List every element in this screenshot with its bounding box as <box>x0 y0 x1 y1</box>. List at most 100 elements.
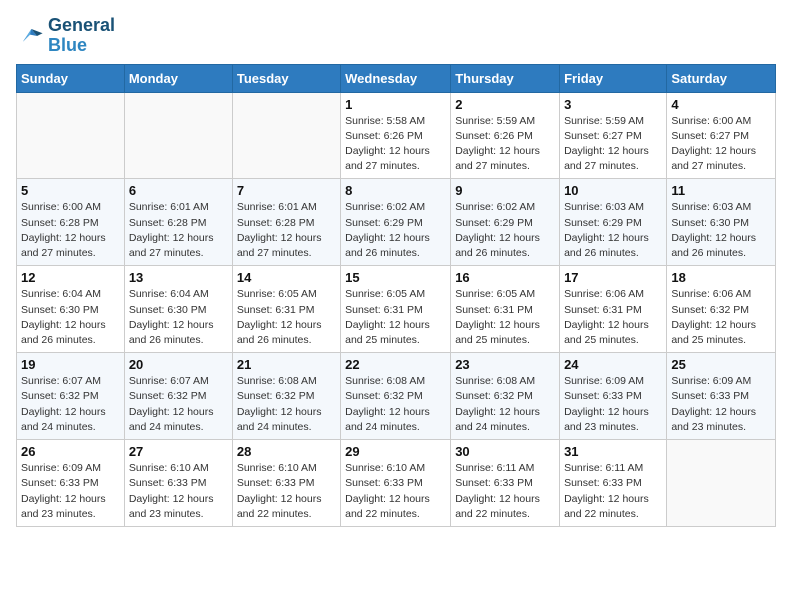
calendar-cell: 18 Sunrise: 6:06 AM Sunset: 6:32 PM Dayli… <box>667 266 776 353</box>
calendar-cell: 2Sunrise: 5:59 AM Sunset: 6:26 PM Daylig… <box>451 92 560 179</box>
day-number: 14 <box>237 270 336 285</box>
day-number: 23 <box>455 357 555 372</box>
day-info: Sunrise: 6:05 AM Sunset: 6:31 PM Dayligh… <box>455 287 555 348</box>
day-number: 22 <box>345 357 446 372</box>
day-info: Sunrise: 6:00 AM Sunset: 6:27 PM Dayligh… <box>671 114 771 175</box>
calendar-cell <box>667 440 776 527</box>
calendar-cell: 1 Sunrise: 5:58 AM Sunset: 6:26 PM Daylig… <box>341 92 451 179</box>
calendar-cell: 25 Sunrise: 6:09 AM Sunset: 6:33 PM Dayli… <box>667 353 776 440</box>
day-info: Sunrise: 6:07 AM Sunset: 6:32 PM Dayligh… <box>21 374 120 435</box>
day-number: 18 <box>671 270 771 285</box>
calendar-cell: 21 Sunrise: 6:08 AM Sunset: 6:32 PM Dayli… <box>232 353 340 440</box>
calendar-cell: 31 Sunrise: 6:11 AM Sunset: 6:33 PM Dayli… <box>560 440 667 527</box>
calendar-cell: 14 Sunrise: 6:05 AM Sunset: 6:31 PM Dayli… <box>232 266 340 353</box>
calendar-cell: 23 Sunrise: 6:08 AM Sunset: 6:32 PM Dayli… <box>451 353 560 440</box>
day-number: 26 <box>21 444 120 459</box>
day-info: Sunrise: 6:05 AM Sunset: 6:31 PM Dayligh… <box>237 287 336 348</box>
calendar-cell: 27 Sunrise: 6:10 AM Sunset: 6:33 PM Dayli… <box>124 440 232 527</box>
day-number: 6 <box>129 183 228 198</box>
weekday-header-saturday: Saturday <box>667 64 776 92</box>
day-info: Sunrise: 6:03 AM Sunset: 6:29 PM Dayligh… <box>564 200 662 261</box>
day-number: 1 <box>345 97 446 112</box>
day-number: 16 <box>455 270 555 285</box>
weekday-header-sunday: Sunday <box>17 64 125 92</box>
day-number: 25 <box>671 357 771 372</box>
day-info: Sunrise: 6:08 AM Sunset: 6:32 PM Dayligh… <box>455 374 555 435</box>
day-number: 11 <box>671 183 771 198</box>
day-info: Sunrise: 6:01 AM Sunset: 6:28 PM Dayligh… <box>129 200 228 261</box>
day-info: Sunrise: 5:58 AM Sunset: 6:26 PM Dayligh… <box>345 114 446 175</box>
day-info: Sunrise: 6:10 AM Sunset: 6:33 PM Dayligh… <box>345 461 446 522</box>
day-info: Sunrise: 6:09 AM Sunset: 6:33 PM Dayligh… <box>671 374 771 435</box>
weekday-header-friday: Friday <box>560 64 667 92</box>
day-info: Sunrise: 6:00 AM Sunset: 6:28 PM Dayligh… <box>21 200 120 261</box>
day-info: Sunrise: 6:04 AM Sunset: 6:30 PM Dayligh… <box>21 287 120 348</box>
calendar-cell: 5 Sunrise: 6:00 AM Sunset: 6:28 PM Daylig… <box>17 179 125 266</box>
day-info: Sunrise: 6:06 AM Sunset: 6:31 PM Dayligh… <box>564 287 662 348</box>
day-info: Sunrise: 6:04 AM Sunset: 6:30 PM Dayligh… <box>129 287 228 348</box>
calendar-cell: 10 Sunrise: 6:03 AM Sunset: 6:29 PM Dayli… <box>560 179 667 266</box>
day-number: 27 <box>129 444 228 459</box>
calendar-cell: 4 Sunrise: 6:00 AM Sunset: 6:27 PM Daylig… <box>667 92 776 179</box>
weekday-header-tuesday: Tuesday <box>232 64 340 92</box>
day-number: 15 <box>345 270 446 285</box>
day-info: Sunrise: 6:03 AM Sunset: 6:30 PM Dayligh… <box>671 200 771 261</box>
calendar-cell: 13 Sunrise: 6:04 AM Sunset: 6:30 PM Dayli… <box>124 266 232 353</box>
calendar-cell: 17 Sunrise: 6:06 AM Sunset: 6:31 PM Dayli… <box>560 266 667 353</box>
weekday-header-monday: Monday <box>124 64 232 92</box>
day-number: 13 <box>129 270 228 285</box>
calendar-cell: 3Sunrise: 5:59 AM Sunset: 6:27 PM Daylig… <box>560 92 667 179</box>
day-info: Sunrise: 6:11 AM Sunset: 6:33 PM Dayligh… <box>455 461 555 522</box>
calendar-cell: 29 Sunrise: 6:10 AM Sunset: 6:33 PM Dayli… <box>341 440 451 527</box>
day-info: Sunrise: 6:11 AM Sunset: 6:33 PM Dayligh… <box>564 461 662 522</box>
calendar-cell: 30 Sunrise: 6:11 AM Sunset: 6:33 PM Dayli… <box>451 440 560 527</box>
day-number: 20 <box>129 357 228 372</box>
day-info: Sunrise: 5:59 AM Sunset: 6:27 PM Dayligh… <box>564 114 662 175</box>
day-info: Sunrise: 6:06 AM Sunset: 6:32 PM Dayligh… <box>671 287 771 348</box>
calendar-cell: 16 Sunrise: 6:05 AM Sunset: 6:31 PM Dayli… <box>451 266 560 353</box>
day-info: Sunrise: 6:02 AM Sunset: 6:29 PM Dayligh… <box>345 200 446 261</box>
day-info: Sunrise: 6:08 AM Sunset: 6:32 PM Dayligh… <box>237 374 336 435</box>
day-info: Sunrise: 6:01 AM Sunset: 6:28 PM Dayligh… <box>237 200 336 261</box>
day-info: Sunrise: 6:02 AM Sunset: 6:29 PM Dayligh… <box>455 200 555 261</box>
calendar-cell: 20 Sunrise: 6:07 AM Sunset: 6:32 PM Dayli… <box>124 353 232 440</box>
calendar-cell: 6 Sunrise: 6:01 AM Sunset: 6:28 PM Daylig… <box>124 179 232 266</box>
calendar-cell: 15 Sunrise: 6:05 AM Sunset: 6:31 PM Dayli… <box>341 266 451 353</box>
day-info: Sunrise: 6:09 AM Sunset: 6:33 PM Dayligh… <box>564 374 662 435</box>
weekday-header-thursday: Thursday <box>451 64 560 92</box>
calendar-table: SundayMondayTuesdayWednesdayThursdayFrid… <box>16 64 776 527</box>
day-number: 7 <box>237 183 336 198</box>
day-number: 2 <box>455 97 555 112</box>
day-number: 30 <box>455 444 555 459</box>
day-number: 31 <box>564 444 662 459</box>
calendar-cell: 7 Sunrise: 6:01 AM Sunset: 6:28 PM Daylig… <box>232 179 340 266</box>
day-number: 17 <box>564 270 662 285</box>
calendar-cell <box>124 92 232 179</box>
calendar-cell: 24 Sunrise: 6:09 AM Sunset: 6:33 PM Dayli… <box>560 353 667 440</box>
day-info: Sunrise: 6:05 AM Sunset: 6:31 PM Dayligh… <box>345 287 446 348</box>
day-info: Sunrise: 6:10 AM Sunset: 6:33 PM Dayligh… <box>129 461 228 522</box>
calendar-cell: 26 Sunrise: 6:09 AM Sunset: 6:33 PM Dayli… <box>17 440 125 527</box>
day-number: 4 <box>671 97 771 112</box>
day-number: 9 <box>455 183 555 198</box>
day-info: Sunrise: 6:09 AM Sunset: 6:33 PM Dayligh… <box>21 461 120 522</box>
day-number: 21 <box>237 357 336 372</box>
day-number: 29 <box>345 444 446 459</box>
logo: General Blue <box>16 16 115 56</box>
logo-icon <box>16 22 44 50</box>
calendar-cell: 28Sunrise: 6:10 AM Sunset: 6:33 PM Dayli… <box>232 440 340 527</box>
calendar-cell: 11 Sunrise: 6:03 AM Sunset: 6:30 PM Dayli… <box>667 179 776 266</box>
day-number: 5 <box>21 183 120 198</box>
calendar-cell <box>17 92 125 179</box>
calendar-cell: 8Sunrise: 6:02 AM Sunset: 6:29 PM Daylig… <box>341 179 451 266</box>
logo-text: General Blue <box>48 16 115 56</box>
day-number: 19 <box>21 357 120 372</box>
day-number: 12 <box>21 270 120 285</box>
day-number: 24 <box>564 357 662 372</box>
calendar-cell: 12 Sunrise: 6:04 AM Sunset: 6:30 PM Dayli… <box>17 266 125 353</box>
day-number: 10 <box>564 183 662 198</box>
calendar-cell: 19 Sunrise: 6:07 AM Sunset: 6:32 PM Dayli… <box>17 353 125 440</box>
day-info: Sunrise: 6:07 AM Sunset: 6:32 PM Dayligh… <box>129 374 228 435</box>
calendar-cell: 22Sunrise: 6:08 AM Sunset: 6:32 PM Dayli… <box>341 353 451 440</box>
calendar-cell: 9 Sunrise: 6:02 AM Sunset: 6:29 PM Daylig… <box>451 179 560 266</box>
